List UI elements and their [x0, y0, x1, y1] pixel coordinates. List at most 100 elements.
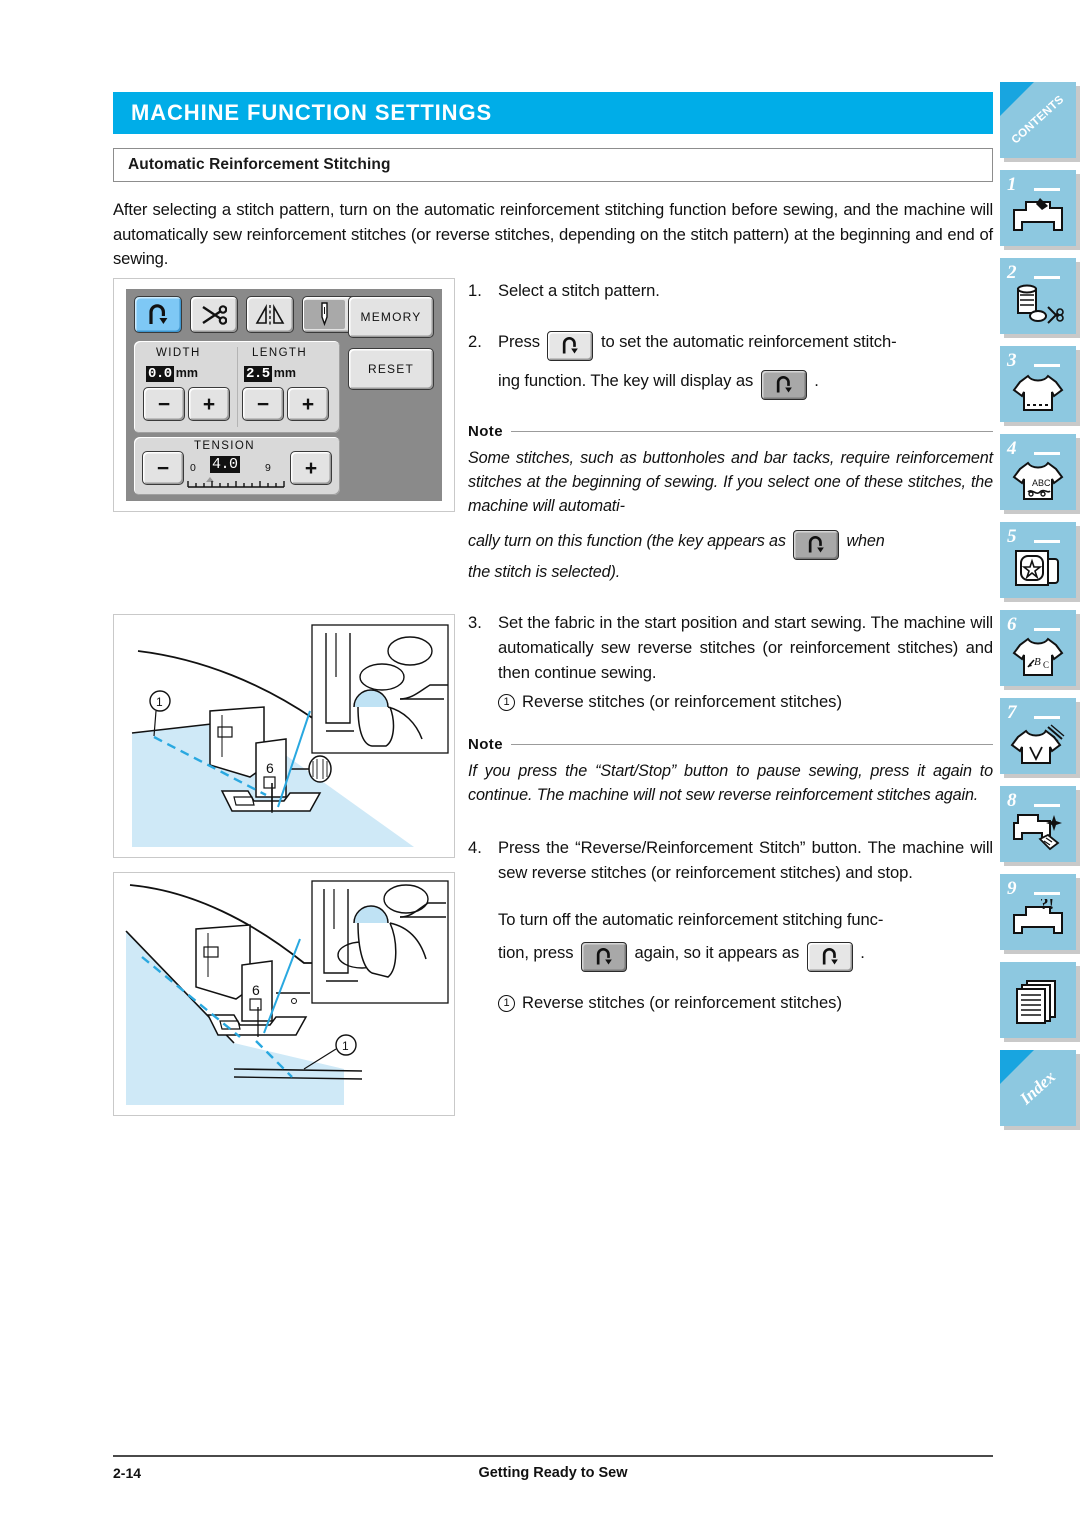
mirror-image-key[interactable]	[246, 296, 294, 333]
step-4-p2-d: .	[860, 943, 865, 962]
sidebar-item-chapter-6[interactable]: 6 B C	[1000, 610, 1076, 686]
note-2-body: If you press the “Start/Stop” button to …	[468, 762, 993, 804]
svg-text:1: 1	[342, 1039, 349, 1053]
step-4: 4. Press the “Reverse/Reinforcement Stit…	[468, 835, 993, 885]
reinforcement-stitch-icon	[149, 303, 168, 324]
intro-paragraph: After selecting a stitch pattern, turn o…	[113, 200, 993, 268]
width-minus-label: −	[157, 392, 171, 416]
reset-label: RESET	[367, 362, 414, 376]
length-minus-button[interactable]: −	[242, 387, 284, 421]
reinforcement-key-on-icon[interactable]	[760, 370, 807, 400]
sidebar-item-chapter-3[interactable]: 3	[1000, 346, 1076, 422]
page-header-block: MACHINE FUNCTION SETTINGS Automatic Rein…	[113, 92, 993, 272]
figure-end-sewing: 6 1	[113, 872, 455, 1116]
sewing-illustration-2: 6 1	[125, 880, 449, 1105]
step-2-text-d: .	[814, 371, 819, 390]
tension-minus-button[interactable]: −	[142, 451, 184, 485]
tshirt-abc-icon: ABC	[1000, 454, 1076, 508]
step-4-callout-text: Reverse stitches (or reinforcement stitc…	[522, 993, 842, 1012]
sidebar-item-chapter-2[interactable]: 2	[1000, 258, 1076, 334]
single-needle-option[interactable]	[304, 300, 345, 329]
thread-cutter-key[interactable]	[190, 296, 238, 333]
svg-text:ABC: ABC	[1032, 478, 1051, 488]
step-1: 1. Select a stitch pattern.	[468, 278, 993, 303]
step-2-text-b: to set the automatic reinforcement stitc…	[600, 332, 897, 351]
width-value: 0.0	[146, 366, 174, 382]
tension-minus-label: −	[156, 456, 170, 480]
sidebar-item-chapter-5[interactable]: 5	[1000, 522, 1076, 598]
step-4-number: 4.	[468, 838, 482, 857]
callout-number: 1	[498, 694, 515, 711]
reinforcement-stitch-icon	[808, 536, 824, 553]
tension-value: 4.0	[210, 456, 240, 473]
width-plus-button[interactable]: +	[188, 387, 230, 421]
length-plus-button[interactable]: +	[287, 387, 329, 421]
step-2: 2. Press to set the automatic reinforcem…	[468, 329, 993, 401]
reinforcement-stitch-icon	[776, 376, 792, 393]
note-1-line1: Some stitches, such as buttonholes and b…	[468, 449, 993, 515]
width-unit: mm	[175, 366, 198, 380]
step-1-number: 1.	[468, 281, 482, 300]
step-3-callout-text: Reverse stitches (or reinforcement stitc…	[522, 692, 842, 711]
step-3-text: Set the fabric in the start position and…	[498, 613, 993, 682]
step-2-number: 2.	[468, 332, 482, 351]
machine-cleaning-icon	[1000, 806, 1076, 860]
sidebar-item-contents[interactable]: CONTENTS	[1000, 82, 1076, 158]
step-3-callout: 1 Reverse stitches (or reinforcement sti…	[498, 689, 993, 714]
side-tab-strip: CONTENTS 1 2 3 4 ABC 5 6 B C 7 8 9 ?! In…	[1000, 82, 1080, 1138]
note-1-line4: the stitch is selected).	[468, 563, 621, 581]
spool-bobbin-scissors-icon	[1000, 278, 1076, 332]
step-3-number: 3.	[468, 613, 482, 632]
index-tab-label: Index	[1016, 1066, 1060, 1109]
reinforcement-stitch-key[interactable]	[134, 296, 182, 333]
sidebar-item-chapter-8[interactable]: 8	[1000, 786, 1076, 862]
presser-foot-code: 6	[266, 760, 274, 776]
sidebar-item-chapter-7[interactable]: 7	[1000, 698, 1076, 774]
reinforcement-key-off-icon[interactable]	[806, 942, 853, 972]
page-footer: 2-14 Getting Ready to Sew	[113, 1455, 993, 1485]
instruction-column: 1. Select a stitch pattern. 2. Press to …	[468, 278, 993, 1015]
note-1-header: Note	[468, 419, 993, 444]
sidebar-item-chapter-9[interactable]: 9 ?!	[1000, 874, 1076, 950]
mirror-image-icon	[255, 303, 285, 325]
sewing-illustration-1: 6 1	[131, 624, 449, 847]
step-4-callout: 1 Reverse stitches (or reinforcement sti…	[498, 990, 993, 1015]
documents-icon	[1000, 974, 1076, 1028]
note-1: Note Some stitches, such as buttonholes …	[468, 419, 993, 584]
width-label: WIDTH	[156, 347, 201, 359]
note-2-label: Note	[468, 736, 503, 753]
tension-plus-label: +	[304, 456, 318, 480]
note-2: Note If you press the “Start/Stop” butto…	[468, 732, 993, 807]
sidebar-item-appendix[interactable]	[1000, 962, 1076, 1038]
callout-number: 1	[498, 995, 515, 1012]
svg-text:?!: ?!	[1040, 899, 1054, 913]
reinforcement-key-on-icon[interactable]	[793, 530, 840, 560]
manual-page: MACHINE FUNCTION SETTINGS Automatic Rein…	[0, 0, 1080, 1526]
reinforcement-key-on-icon[interactable]	[580, 942, 627, 972]
width-minus-button[interactable]: −	[143, 387, 185, 421]
step-4-p2-b: tion, press	[498, 943, 574, 962]
sidebar-item-index[interactable]: Index	[1000, 1050, 1076, 1126]
svg-text:B: B	[1034, 656, 1041, 668]
length-unit: mm	[273, 366, 296, 380]
reinforcement-key-off-icon[interactable]	[547, 331, 594, 361]
lcd-screen: WIDTH 0.0 mm − + LENGTH 2.5 mm − + TENSI…	[126, 289, 442, 501]
sidebar-item-chapter-1[interactable]: 1	[1000, 170, 1076, 246]
reset-button[interactable]: RESET	[348, 348, 434, 390]
tension-max-label: 9	[265, 462, 271, 474]
contents-tab-label: CONTENTS	[1009, 93, 1067, 147]
note-1-line2: cally turn on this function (the key app…	[468, 532, 786, 550]
lcd-side-keys: MEMORY RESET	[348, 296, 434, 390]
tension-plus-button[interactable]: +	[290, 451, 332, 485]
note-1-body: Some stitches, such as buttonholes and b…	[468, 446, 993, 584]
section-title: Automatic Reinforcement Stitching	[128, 156, 391, 173]
tshirt-lettering-icon: B C	[1000, 630, 1076, 684]
step-4-p2-c: again, so it appears as	[634, 943, 800, 962]
memory-button[interactable]: MEMORY	[348, 296, 434, 338]
step-3: 3. Set the fabric in the start position …	[468, 610, 993, 685]
sidebar-item-chapter-4[interactable]: 4 ABC	[1000, 434, 1076, 510]
reinforcement-stitch-icon	[563, 337, 579, 354]
tension-scale	[187, 477, 285, 488]
step-2-text-c: ing function. The key will display as	[498, 371, 754, 390]
tshirt-needle-icon	[1000, 718, 1076, 772]
